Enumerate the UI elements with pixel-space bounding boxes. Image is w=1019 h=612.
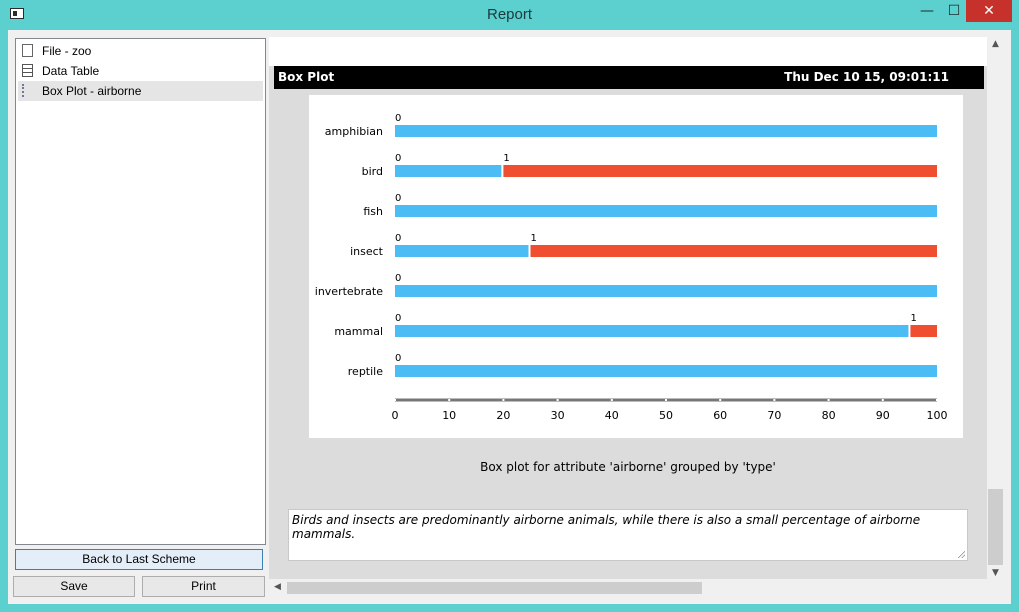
window-title: Report	[486, 6, 533, 23]
x-tick-label: 100	[927, 409, 948, 422]
title-bar: Report — ☐ ✕	[0, 0, 1019, 30]
scroll-up-icon[interactable]: ▲	[987, 39, 1004, 49]
list-item-data-table[interactable]: Data Table	[18, 61, 263, 81]
segment-label: 1	[503, 153, 509, 164]
bar-segment	[395, 365, 937, 377]
category-label: mammal	[334, 325, 383, 338]
back-to-last-scheme-button[interactable]: Back to Last Scheme	[15, 549, 263, 570]
bar-segment	[395, 205, 937, 217]
segment-label: 1	[910, 313, 916, 324]
x-tick-label: 70	[767, 409, 781, 422]
x-tick-label: 30	[551, 409, 565, 422]
horizontal-scroll-thumb[interactable]	[287, 582, 702, 594]
print-button[interactable]: Print	[142, 576, 265, 597]
comment-text: Birds and insects are predominantly airb…	[292, 513, 921, 541]
x-tick-label: 40	[605, 409, 619, 422]
x-tick-label: 90	[876, 409, 890, 422]
x-tick-label: 80	[822, 409, 836, 422]
report-top-area	[269, 37, 987, 66]
segment-label: 0	[395, 313, 401, 324]
segment-label: 0	[395, 353, 401, 364]
x-tick-label: 0	[392, 409, 399, 422]
segment-label: 0	[395, 153, 401, 164]
x-tick-label: 50	[659, 409, 673, 422]
segment-label: 0	[395, 193, 401, 204]
segment-label: 0	[395, 113, 401, 124]
plot-caption: Box plot for attribute 'airborne' groupe…	[480, 460, 776, 474]
list-item-label: Data Table	[42, 64, 100, 78]
segment-label: 0	[395, 273, 401, 284]
bar-segment	[395, 325, 909, 337]
bar-segment	[395, 285, 937, 297]
scroll-left-icon[interactable]: ◀	[269, 582, 286, 592]
report-section-header: Box Plot Thu Dec 10 15, 09:01:11	[274, 66, 984, 89]
vertical-scrollbar[interactable]: ▲ ▼	[987, 37, 1004, 585]
bar-segment	[503, 165, 937, 177]
boxplot-icon	[22, 84, 33, 97]
scroll-down-icon[interactable]: ▼	[987, 568, 1004, 578]
list-item-file-zoo[interactable]: File - zoo	[18, 41, 263, 61]
bar-segment	[395, 165, 502, 177]
category-label: reptile	[348, 365, 383, 378]
vertical-scroll-thumb[interactable]	[988, 489, 1003, 565]
close-button[interactable]: ✕	[966, 0, 1012, 22]
file-icon	[22, 44, 33, 57]
category-label: invertebrate	[315, 285, 383, 298]
category-label: bird	[362, 165, 383, 178]
report-view: Box Plot Thu Dec 10 15, 09:01:11 amphibi…	[269, 37, 987, 585]
category-label: insect	[350, 245, 384, 258]
box-plot-svg: amphibian 0 bird 0 1 fish 0 insect 0 1 invertebrat…	[315, 113, 948, 422]
category-label: amphibian	[325, 125, 383, 138]
report-comment-field[interactable]: Birds and insects are predominantly airb…	[288, 509, 968, 561]
bar-segment	[395, 245, 529, 257]
horizontal-scrollbar[interactable]: ◀	[269, 579, 987, 597]
report-items-list[interactable]: File - zoo Data Table Box Plot - airborn…	[15, 38, 266, 545]
section-timestamp: Thu Dec 10 15, 09:01:11	[784, 70, 949, 84]
segment-label: 0	[395, 233, 401, 244]
minimize-button[interactable]: —	[912, 0, 942, 22]
x-tick-label: 10	[442, 409, 456, 422]
x-tick-label: 20	[496, 409, 510, 422]
category-label: fish	[363, 205, 383, 218]
save-button[interactable]: Save	[13, 576, 135, 597]
bar-segment	[910, 325, 937, 337]
resize-grip-icon[interactable]	[957, 550, 965, 558]
window-client: File - zoo Data Table Box Plot - airborn…	[8, 30, 1011, 604]
list-item-box-plot[interactable]: Box Plot - airborne	[18, 81, 263, 101]
maximize-button[interactable]: ☐	[940, 0, 968, 22]
x-tick-label: 60	[713, 409, 727, 422]
list-item-label: Box Plot - airborne	[42, 84, 142, 98]
list-item-label: File - zoo	[42, 44, 92, 58]
box-plot: amphibian 0 bird 0 1 fish 0 insect 0 1 invertebrat…	[309, 95, 963, 438]
segment-label: 1	[531, 233, 537, 244]
table-icon	[22, 64, 33, 77]
section-title: Box Plot	[278, 70, 335, 84]
bar-segment	[395, 125, 937, 137]
bar-segment	[530, 245, 937, 257]
